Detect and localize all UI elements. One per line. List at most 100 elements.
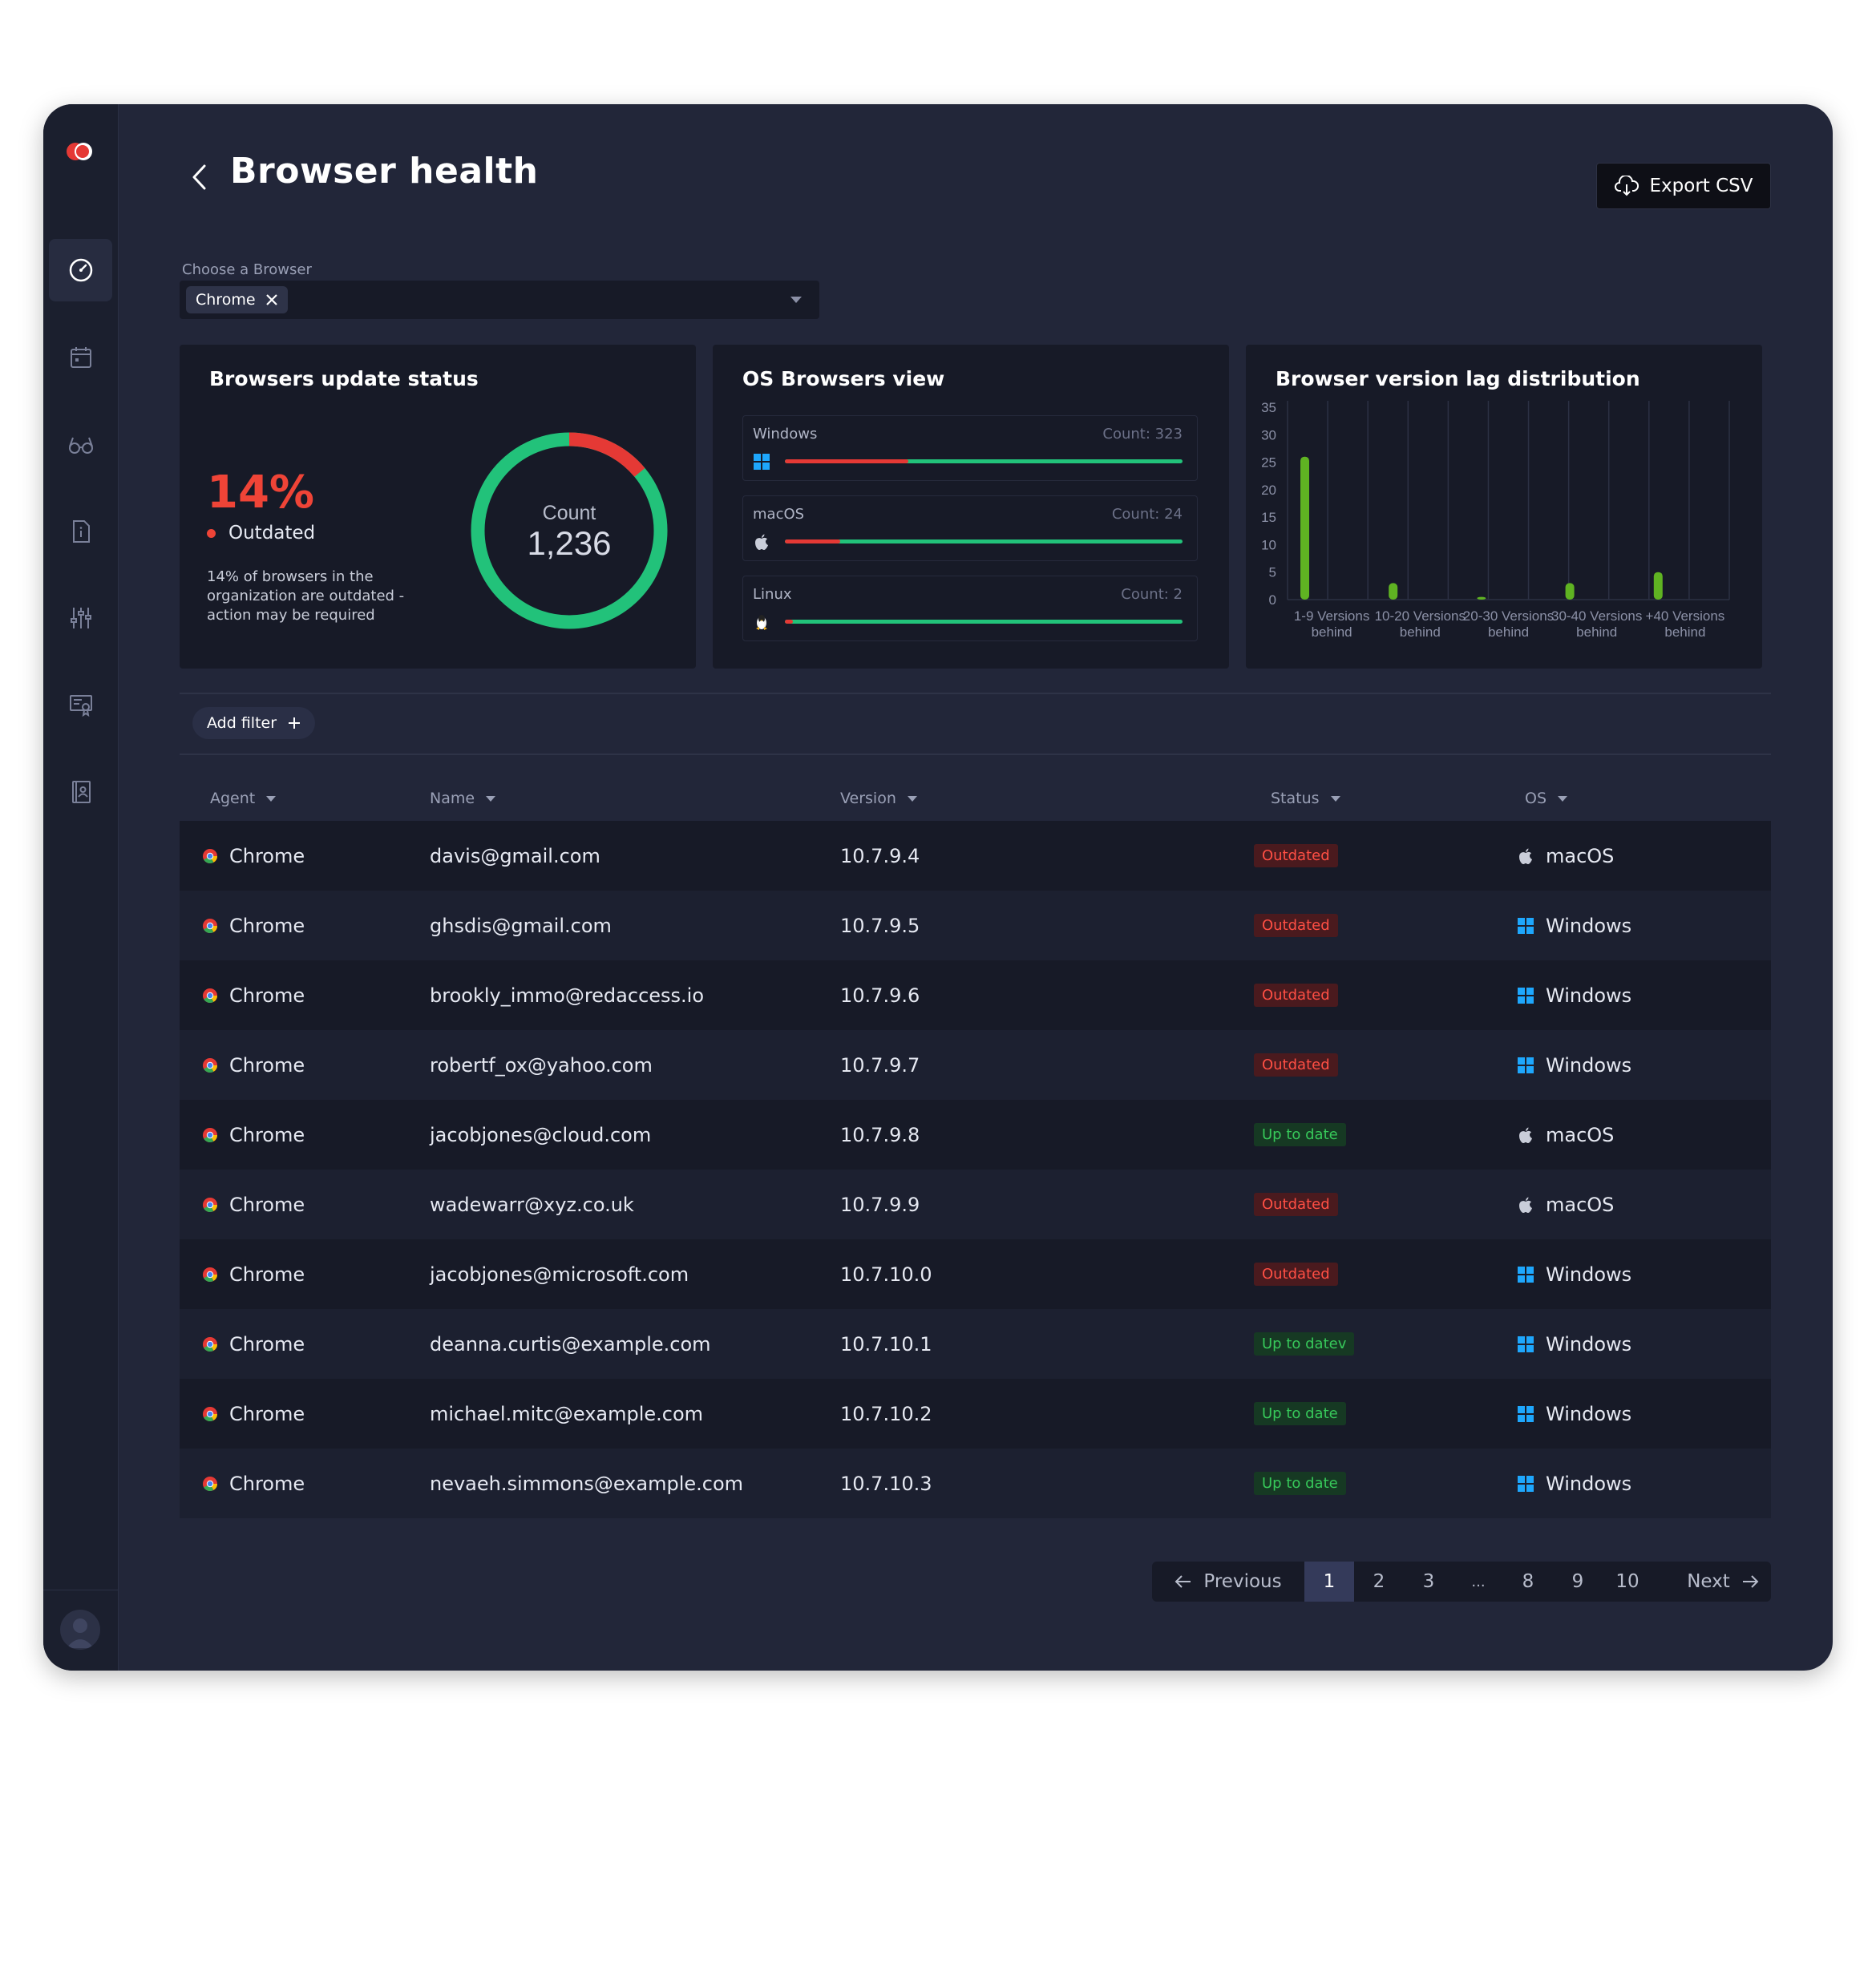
agent-label: Chrome xyxy=(229,844,305,867)
os-row-windows[interactable]: Windows Count: 323 xyxy=(742,415,1198,481)
table-row[interactable]: Chrome jacobjones@microsoft.com 10.7.10.0 O… xyxy=(180,1239,1771,1309)
close-icon[interactable] xyxy=(265,293,278,306)
column-header-os[interactable]: OS xyxy=(1525,790,1568,807)
export-csv-button[interactable]: Export CSV xyxy=(1596,163,1771,209)
browser-chip: Chrome xyxy=(186,286,288,313)
agent-cell: Chrome xyxy=(202,1449,305,1518)
apple-icon xyxy=(753,533,770,551)
update-status-title: Browsers update status xyxy=(209,367,479,390)
sidebar-item-certificates[interactable] xyxy=(49,673,112,736)
column-header-version[interactable]: Version xyxy=(840,790,917,807)
chrome-icon xyxy=(203,1267,217,1282)
update-status-card: Browsers update status 14% Outdated 14% … xyxy=(180,345,696,669)
previous-page-button[interactable]: Previous xyxy=(1152,1562,1304,1602)
version-cell: 10.7.9.8 xyxy=(840,1123,920,1146)
page-button-3[interactable]: 3 xyxy=(1404,1562,1453,1602)
export-label: Export CSV xyxy=(1649,176,1753,196)
pagination: Previous 1 2 3 ... 8 9 10 Next xyxy=(1152,1562,1771,1602)
page-button-10[interactable]: 10 xyxy=(1603,1562,1652,1602)
os-cell: macOS xyxy=(1517,1170,1614,1239)
os-label: macOS xyxy=(1546,844,1615,867)
os-row-bar-outdated xyxy=(785,459,908,463)
agent-label: Chrome xyxy=(229,984,305,1007)
sidebar-item-browsing[interactable] xyxy=(49,414,112,476)
app-window: Browser health Export CSV Choose a Brows… xyxy=(43,104,1833,1671)
filter-divider-bottom xyxy=(180,754,1771,755)
os-label: macOS xyxy=(1546,1193,1615,1216)
page-button-9[interactable]: 9 xyxy=(1553,1562,1603,1602)
chrome-icon xyxy=(203,1127,217,1142)
sidebar-item-contacts[interactable] xyxy=(49,761,112,823)
os-label: Windows xyxy=(1546,1053,1632,1077)
column-header-status[interactable]: Status xyxy=(1271,790,1340,807)
name-cell: brookly_immo@redaccess.io xyxy=(430,984,705,1007)
agent-label: Chrome xyxy=(229,1123,305,1146)
sidebar-item-dashboard[interactable] xyxy=(49,239,112,301)
x-tick-label: 30-40 Versions xyxy=(1551,608,1642,624)
sort-caret-icon xyxy=(907,795,917,802)
status-cell: Outdated xyxy=(1254,1239,1338,1309)
previous-page-label: Previous xyxy=(1203,1571,1282,1592)
os-row-linux[interactable]: Linux Count: 2 xyxy=(742,576,1198,641)
name-cell: davis@gmail.com xyxy=(430,844,600,867)
column-header-name[interactable]: Name xyxy=(430,790,496,807)
chrome-icon xyxy=(203,1406,217,1421)
os-row-macos[interactable]: macOS Count: 24 xyxy=(742,495,1198,561)
table-row[interactable]: Chrome wadewarr@xyz.co.uk 10.7.9.9 Outdated… xyxy=(180,1170,1771,1239)
os-label: Windows xyxy=(1546,1263,1632,1286)
page-button-1[interactable]: 1 xyxy=(1304,1562,1354,1602)
x-tick-label: behind xyxy=(1576,624,1617,640)
sidebar-item-settings[interactable] xyxy=(49,587,112,649)
os-row-name: Linux xyxy=(753,586,792,603)
avatar[interactable] xyxy=(60,1610,100,1650)
update-status-donut: Count 1,236 xyxy=(471,432,668,629)
windows-icon xyxy=(1517,1057,1534,1074)
chart-bar xyxy=(1300,456,1309,600)
windows-icon xyxy=(1517,1266,1534,1283)
chart-bar xyxy=(1565,583,1575,600)
sidebar-item-reports[interactable] xyxy=(49,500,112,563)
os-label: Windows xyxy=(1546,914,1632,937)
x-tick-label: 1-9 Versions xyxy=(1294,608,1370,624)
y-tick-label: 35 xyxy=(1261,400,1276,415)
os-cell: Windows xyxy=(1517,1030,1631,1100)
table-row[interactable]: Chrome deanna.curtis@example.com 10.7.10.1… xyxy=(180,1309,1771,1379)
status-cell: Up to date xyxy=(1254,1100,1346,1170)
column-header-agent[interactable]: Agent xyxy=(210,790,277,807)
next-page-button[interactable]: Next xyxy=(1675,1562,1771,1602)
os-cell: macOS xyxy=(1517,1100,1614,1170)
column-header-label: OS xyxy=(1525,790,1547,807)
page-button-2[interactable]: 2 xyxy=(1354,1562,1404,1602)
back-button[interactable] xyxy=(184,159,216,196)
dashboard-icon xyxy=(69,258,92,282)
plus-icon xyxy=(289,717,301,729)
os-row-name: macOS xyxy=(753,506,805,523)
chrome-icon xyxy=(203,848,217,863)
browser-select[interactable]: Chrome xyxy=(180,281,819,319)
version-lag-card: Browser version lag distribution 0 5 10 15 2… xyxy=(1246,345,1762,669)
table-row[interactable]: Chrome brookly_immo@redaccess.io 10.7.9.6 O… xyxy=(180,960,1771,1030)
chevron-down-icon[interactable] xyxy=(790,297,802,303)
column-header-label: Agent xyxy=(210,790,256,807)
table-row[interactable]: Chrome robertf_ox@yahoo.com 10.7.9.7 Outdat… xyxy=(180,1030,1771,1100)
name-cell: robertf_ox@yahoo.com xyxy=(430,1053,653,1077)
os-cell: Windows xyxy=(1517,1239,1631,1309)
status-badge: Up to datev xyxy=(1254,1332,1355,1356)
status-cell: Outdated xyxy=(1254,821,1338,891)
status-badge: Outdated xyxy=(1254,914,1338,937)
windows-icon xyxy=(753,453,770,471)
table-row[interactable]: Chrome davis@gmail.com 10.7.9.4 Outdated mac… xyxy=(180,821,1771,891)
table-row[interactable]: Chrome nevaeh.simmons@example.com 10.7.10.… xyxy=(180,1449,1771,1518)
page-button-8[interactable]: 8 xyxy=(1503,1562,1553,1602)
name-cell: michael.mitc@example.com xyxy=(430,1402,704,1425)
table-row[interactable]: Chrome ghsdis@gmail.com 10.7.9.5 Outdated Wi… xyxy=(180,891,1771,960)
add-filter-button[interactable]: Add filter xyxy=(192,707,316,739)
outdated-legend-label: Outdated xyxy=(228,523,316,543)
sort-caret-icon xyxy=(1330,795,1340,802)
table-row[interactable]: Chrome jacobjones@cloud.com 10.7.9.8 Up to … xyxy=(180,1100,1771,1170)
sidebar-item-calendar[interactable] xyxy=(49,326,112,389)
table-row[interactable]: Chrome michael.mitc@example.com 10.7.10.2 U… xyxy=(180,1379,1771,1449)
agent-label: Chrome xyxy=(229,1472,305,1495)
os-row-count: Count: 24 xyxy=(1111,506,1183,523)
agent-cell: Chrome xyxy=(202,1100,305,1170)
